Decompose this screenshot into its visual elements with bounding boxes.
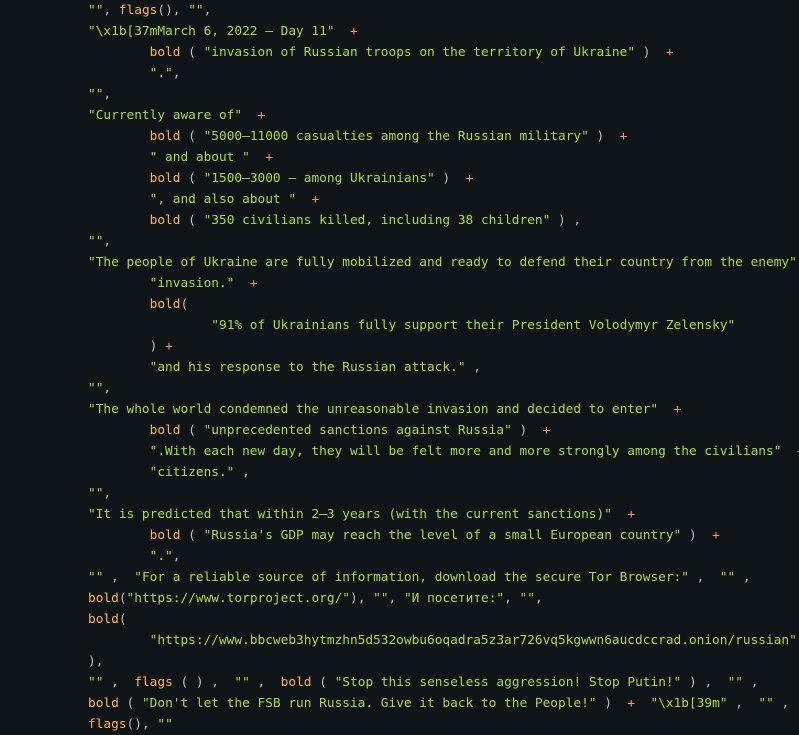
string: "https://www.bbcweb3hytmzhn5d532owbu6oqa…: [150, 633, 797, 648]
op-plus: +: [712, 528, 720, 543]
ident-bold: bold: [88, 696, 119, 711]
string: "For a reliable source of information, d…: [134, 570, 689, 585]
ident-flags: flags: [119, 3, 158, 18]
string: "Russia's GDP may reach the level of a s…: [204, 528, 682, 543]
string: "": [720, 570, 735, 585]
op-plus: +: [250, 276, 258, 291]
string: "": [373, 591, 388, 606]
string: "1500–3000 — among Ukrainians": [204, 171, 435, 186]
ident-bold: bold: [150, 213, 181, 228]
string: "https://www.torproject.org/": [127, 591, 350, 606]
ident-bold: bold: [150, 423, 181, 438]
string: "91% of Ukrainians fully support their P…: [211, 318, 735, 333]
string: "": [88, 675, 103, 690]
string: "Stop this senseless aggression! Stop Pu…: [335, 675, 682, 690]
op-plus: +: [674, 402, 682, 417]
string: "and his response to the Russian attack.…: [150, 360, 466, 375]
ident-bold: bold: [88, 591, 119, 606]
ident-bold: bold: [150, 297, 181, 312]
string: "": [520, 591, 535, 606]
string: ".": [150, 549, 173, 564]
op-plus: +: [265, 150, 273, 165]
ident-bold: bold: [88, 612, 119, 627]
op-plus: +: [627, 507, 635, 522]
string: " and about ": [150, 150, 250, 165]
string: ".With each new day, they will be felt m…: [150, 444, 782, 459]
ident-flags: flags: [134, 675, 173, 690]
ident-bold: bold: [150, 129, 181, 144]
op-plus: +: [666, 45, 674, 60]
ident-bold: bold: [150, 528, 181, 543]
ident-bold: bold: [150, 45, 181, 60]
string: "The whole world condemned the unreasona…: [88, 402, 658, 417]
string: "citizens.": [150, 465, 235, 480]
string: ", and also about ": [150, 192, 296, 207]
string: "": [234, 675, 249, 690]
string: "": [88, 570, 103, 585]
string: "\x1b[37mMarch 6, 2022 — Day 11": [88, 24, 335, 39]
string: "invasion.": [150, 276, 235, 291]
string: "": [88, 87, 103, 102]
string: "": [88, 486, 103, 501]
string: "5000–11000 casualties among the Russian…: [204, 129, 589, 144]
op-plus: +: [543, 423, 551, 438]
string: "Don't let the FSB run Russia. Give it b…: [142, 696, 597, 711]
op-plus: +: [350, 24, 358, 39]
string: "": [88, 381, 103, 396]
string: "": [728, 675, 743, 690]
string: "": [188, 3, 203, 18]
code-block: "", flags(), "", "\x1b[37mMarch 6, 2022 …: [0, 0, 799, 735]
string: "unprecedented sanctions against Russia": [204, 423, 512, 438]
op-plus: +: [466, 171, 474, 186]
ident-bold: bold: [281, 675, 312, 690]
string: "": [88, 3, 103, 18]
string: "It is predicted that within 2–3 years (…: [88, 507, 612, 522]
op-plus: +: [620, 129, 628, 144]
ident-bold: bold: [150, 171, 181, 186]
op-plus: +: [311, 192, 319, 207]
string: "Currently aware of": [88, 108, 242, 123]
string: "": [88, 234, 103, 249]
string: "The people of Ukraine are fully mobiliz…: [88, 255, 797, 270]
string: "И посетите:": [404, 591, 504, 606]
op-plus: +: [258, 108, 266, 123]
op-plus: +: [627, 696, 635, 711]
string: "": [758, 696, 773, 711]
string: ".": [150, 66, 173, 81]
string: "\x1b[39m": [650, 696, 727, 711]
string: "invasion of Russian troops on the terri…: [204, 45, 635, 60]
string: "350 civilians killed, including 38 chil…: [204, 213, 551, 228]
op-plus: +: [165, 339, 173, 354]
